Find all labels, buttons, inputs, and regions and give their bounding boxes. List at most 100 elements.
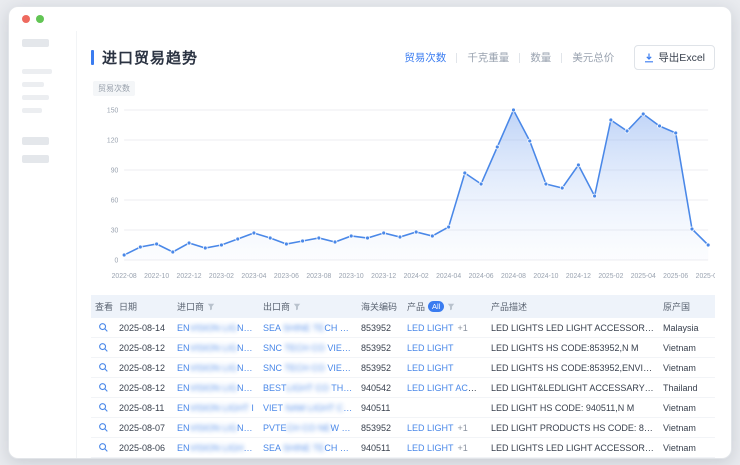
redacted-text: NAM [347, 363, 357, 373]
redacted-text: VISION LIGHT [190, 403, 249, 413]
cell-exporter[interactable]: SNC TECH CO VIETNAM [259, 358, 357, 378]
company-text: EN [177, 383, 190, 393]
cell-description: LED LIGHTS HS CODE:853952,ENVISIONLED [487, 358, 659, 378]
company-text: SNC [263, 363, 284, 373]
sidebar-placeholder [22, 95, 49, 100]
tab-美元总价[interactable]: 美元总价 [562, 50, 624, 65]
product-more-count[interactable]: +1 [458, 423, 468, 433]
chart-section: 贸易次数 03060901201502022-082022-102022-122… [91, 78, 715, 286]
cell-date: 2025-08-07 [115, 418, 173, 438]
view-search-icon[interactable] [98, 382, 109, 393]
zoom-window-icon[interactable] [36, 15, 44, 23]
cell-country: Vietnam [659, 358, 715, 378]
cell-exporter[interactable]: PVTECH CO NEW VIET [259, 418, 357, 438]
cell-description: LED LIGHTS HS CODE:853952,N M [487, 338, 659, 358]
company-text: NG I [237, 323, 256, 333]
redacted-text: VISION LIG [190, 343, 238, 353]
product-more-count[interactable]: +1 [458, 323, 468, 333]
column-header-importer[interactable]: 进口商 [173, 295, 259, 318]
cell-country: Vietnam [659, 418, 715, 438]
redacted-text: NC [256, 383, 259, 393]
view-search-icon[interactable] [98, 342, 109, 353]
cell-products [403, 398, 487, 418]
cell-view [91, 338, 115, 358]
company-text: NG I [237, 383, 256, 393]
table-row: 2025-08-11ENVISION LIGHT IVIET NAM LIGHT… [91, 398, 715, 418]
filter-icon[interactable] [447, 303, 455, 311]
company-text: EN [177, 423, 190, 433]
cell-country: Malaysia [659, 318, 715, 338]
view-search-icon[interactable] [98, 402, 109, 413]
product-tag[interactable]: LED LIGHT [407, 423, 454, 433]
cell-view [91, 358, 115, 378]
company-text: BEST [263, 383, 287, 393]
cell-date: 2025-08-06 [115, 438, 173, 458]
column-header-exporter[interactable]: 出口商 [259, 295, 357, 318]
column-header-product[interactable]: 产品All [403, 295, 487, 318]
cell-importer[interactable]: ENVISION LIGNG INC [173, 378, 259, 398]
redacted-text: VISION LIG [190, 423, 238, 433]
redacted-text: NC [256, 363, 259, 373]
cell-importer[interactable]: ENVISION LIGNG INC [173, 358, 259, 378]
all-filter-badge[interactable]: All [428, 301, 444, 312]
cell-description: LED LIGHT HS CODE: 940511,N M [487, 398, 659, 418]
company-text: SEA [263, 443, 283, 453]
cell-country: Vietnam [659, 338, 715, 358]
redacted-text: CO LTD [340, 323, 357, 333]
cell-exporter[interactable]: BESTLIGHT CO THAILAND [259, 378, 357, 398]
cell-importer[interactable]: ENVISION LIGNG INC [173, 418, 259, 438]
cell-products: LED LIGHT [403, 338, 487, 358]
trend-chart[interactable]: 03060901201502022-082022-102022-122023-0… [91, 98, 715, 286]
cell-products: LED LIGHT [403, 358, 487, 378]
product-tag[interactable]: LED LIGHT [407, 323, 454, 333]
product-tag[interactable]: LED LIGHT [407, 443, 454, 453]
cell-view [91, 398, 115, 418]
redacted-text: SHINE TE [283, 443, 324, 453]
product-more-count[interactable]: +1 [458, 443, 468, 453]
table-row: 2025-08-12ENVISION LIGNG INCSNC TECH CO … [91, 358, 715, 378]
tab-千克重量[interactable]: 千克重量 [457, 50, 519, 65]
product-tag[interactable]: LED LIGHT [407, 343, 454, 353]
cell-importer[interactable]: ENVISION LIGNG INC [173, 318, 259, 338]
cell-exporter[interactable]: SNC TECH CO VIETNAM [259, 338, 357, 358]
filter-icon[interactable] [207, 303, 215, 311]
download-icon [644, 53, 654, 63]
cell-exporter[interactable]: VIET NAM LIGHT CO E [259, 398, 357, 418]
cell-importer[interactable]: ENVISION LIGHT I [173, 398, 259, 418]
view-search-icon[interactable] [98, 322, 109, 333]
window-titlebar [9, 7, 731, 31]
redacted-text: NC [256, 343, 259, 353]
view-search-icon[interactable] [98, 442, 109, 453]
svg-text:2023-10: 2023-10 [339, 273, 364, 280]
close-window-icon[interactable] [22, 15, 30, 23]
sidebar-placeholder [22, 69, 52, 74]
cell-view [91, 378, 115, 398]
svg-text:150: 150 [107, 107, 119, 114]
cell-importer[interactable]: ENVISION LIGHTIN [173, 438, 259, 458]
svg-text:2024-10: 2024-10 [533, 273, 558, 280]
cell-importer[interactable]: ENVISION LIGNG INC [173, 338, 259, 358]
svg-text:2025-04: 2025-04 [631, 273, 656, 280]
sidebar-placeholder [22, 155, 49, 163]
redacted-text: VISION LIG [190, 383, 238, 393]
product-tag[interactable]: LED LIGHT ACCESSORY [407, 383, 487, 393]
filter-icon[interactable] [293, 303, 301, 311]
table-row: 2025-08-07ENVISION LIGNG INCPVTECH CO NE… [91, 418, 715, 438]
view-search-icon[interactable] [98, 362, 109, 373]
cell-exporter[interactable]: SEA SHINE TECH CO LTD [259, 318, 357, 338]
svg-text:2022-12: 2022-12 [177, 273, 202, 280]
tab-数量[interactable]: 数量 [520, 50, 561, 65]
redacted-text: VISION LIG [190, 363, 238, 373]
view-search-icon[interactable] [98, 422, 109, 433]
tab-贸易次数[interactable]: 贸易次数 [394, 50, 456, 65]
column-header-date: 日期 [115, 295, 173, 318]
redacted-text: NAM LIGHT CO [285, 403, 352, 413]
cell-exporter[interactable]: SEA SHINE TECH CO LTD [259, 438, 357, 458]
export-label: 导出Excel [658, 50, 705, 65]
company-text: EN [177, 403, 190, 413]
cell-date: 2025-08-12 [115, 338, 173, 358]
redacted-text: TECH CO [284, 363, 327, 373]
product-tag[interactable]: LED LIGHT [407, 363, 454, 373]
redacted-text: NC [256, 423, 259, 433]
export-excel-button[interactable]: 导出Excel [634, 45, 715, 70]
